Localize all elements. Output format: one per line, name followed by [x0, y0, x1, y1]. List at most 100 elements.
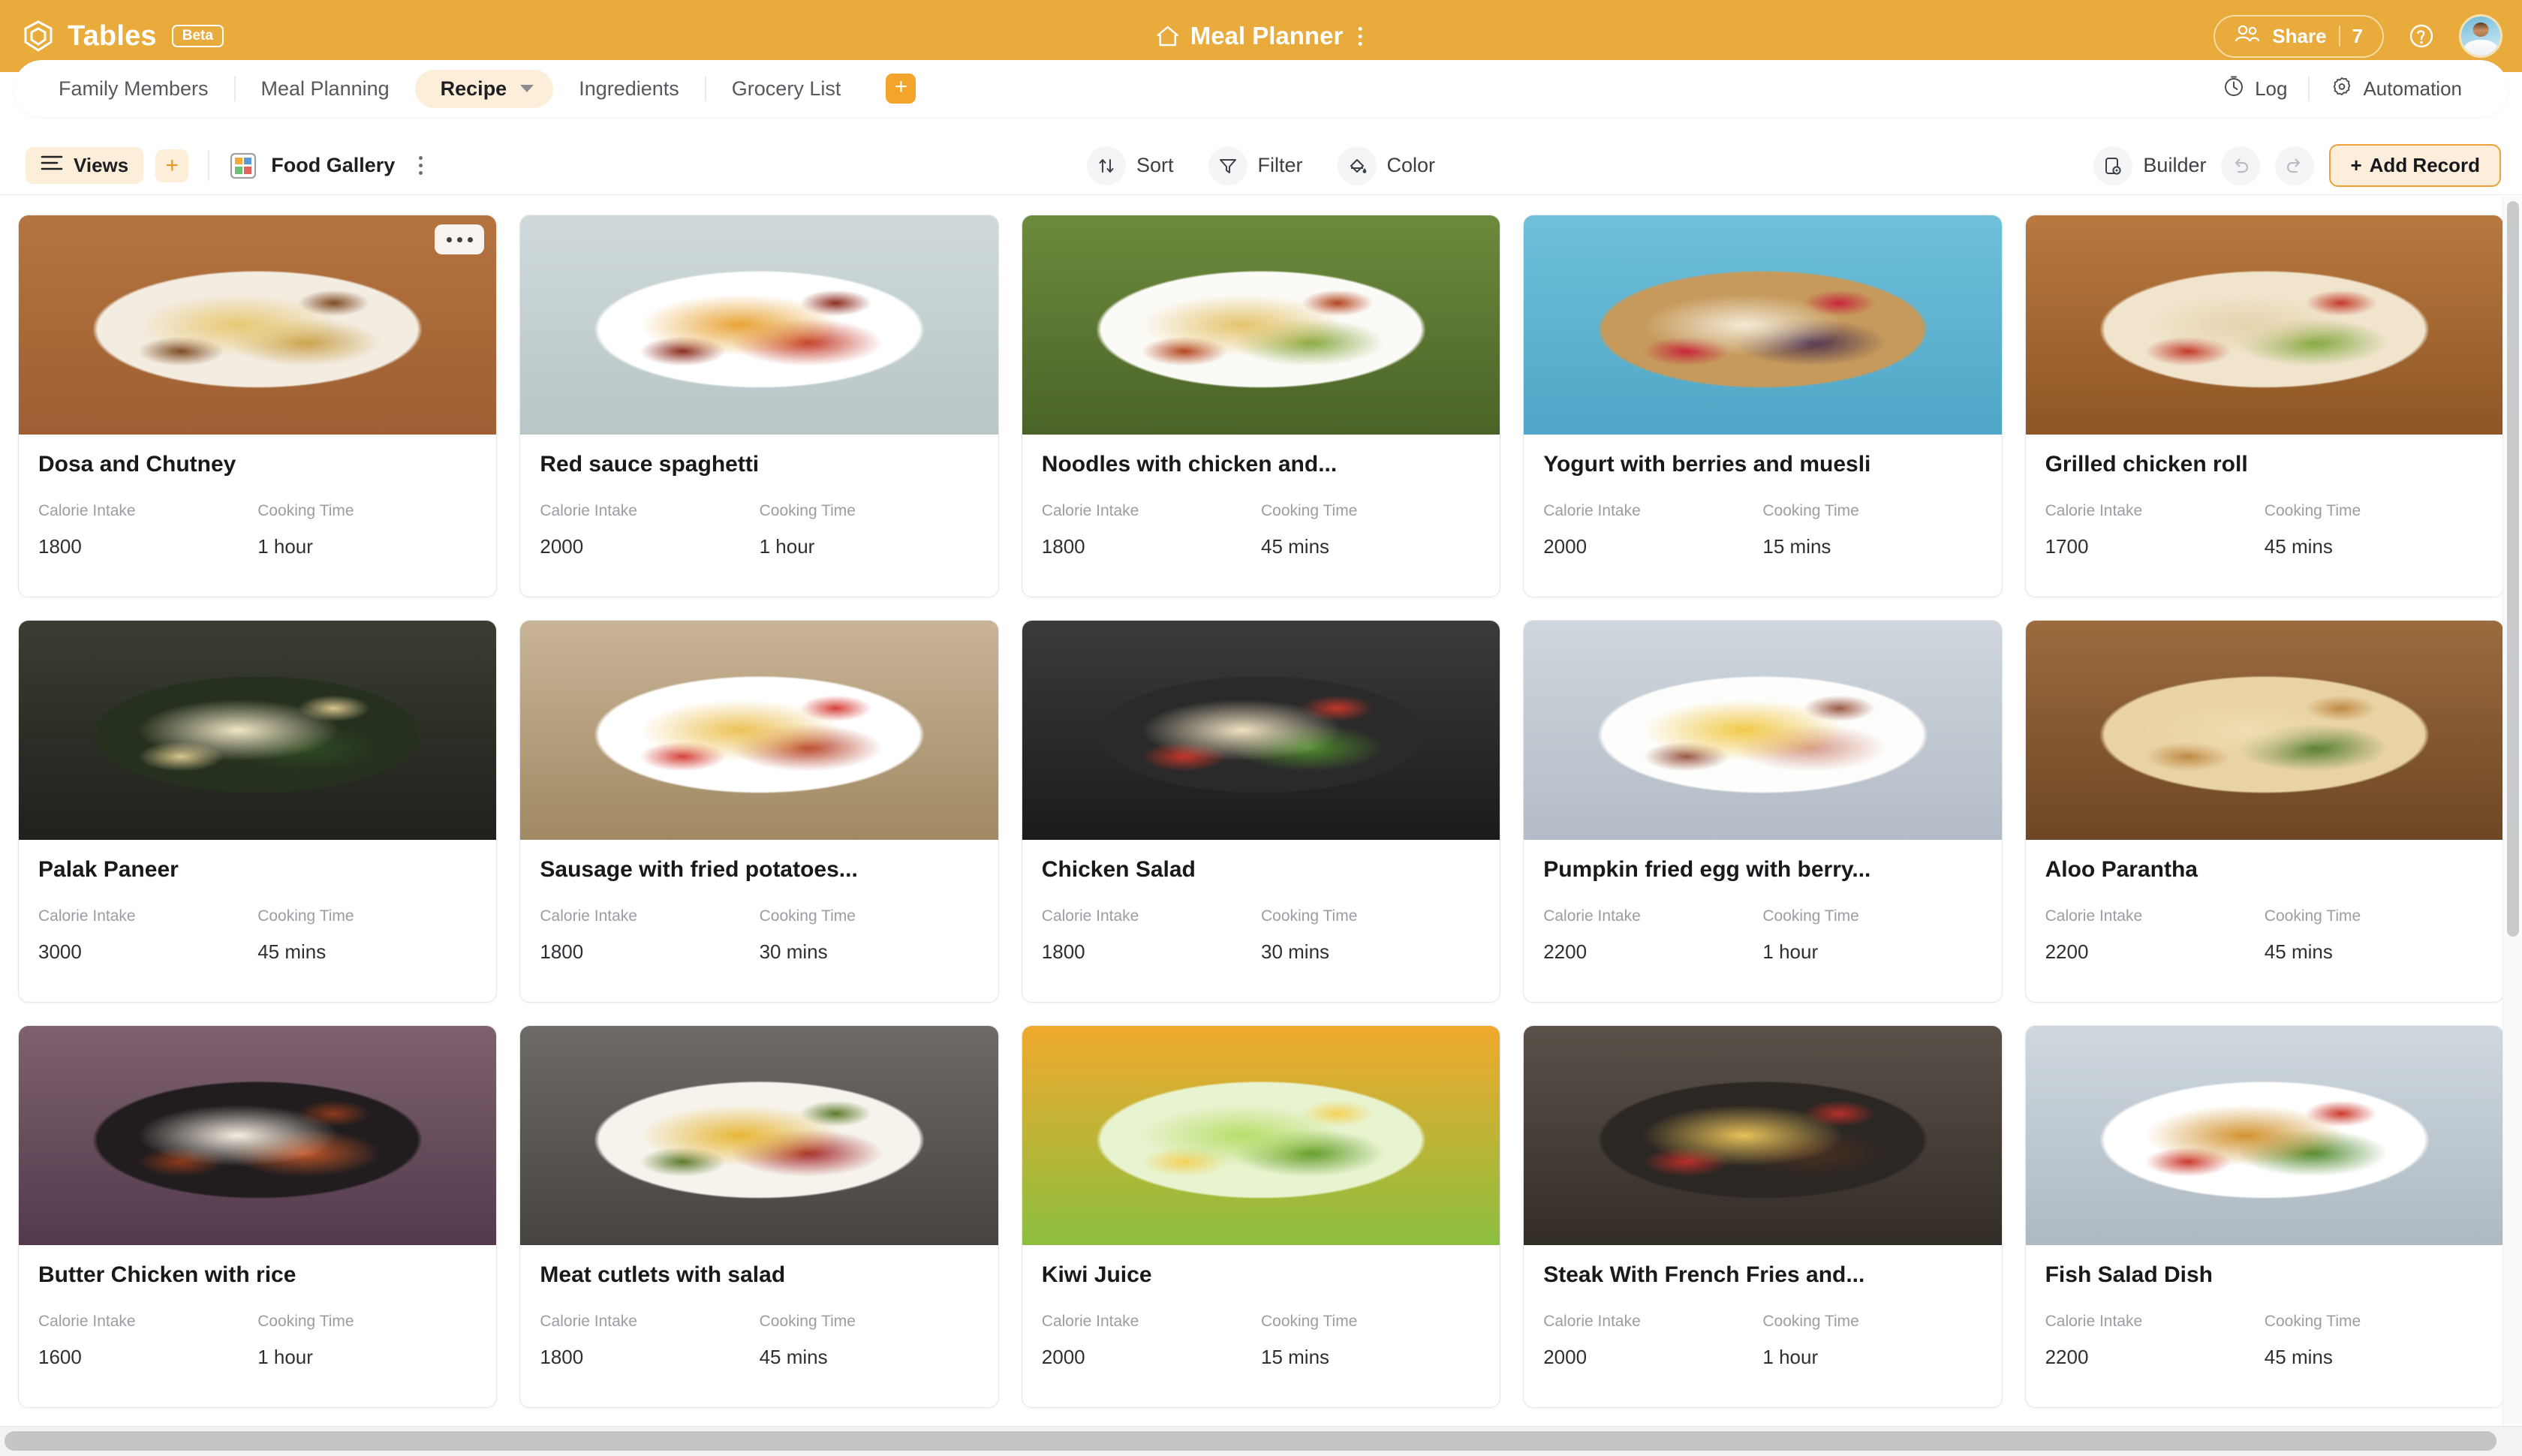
- recipe-card[interactable]: Sausage with fried potatoes... Calorie In…: [519, 620, 999, 1003]
- cooking-time-value: 45 mins: [2264, 1346, 2333, 1368]
- sort-button[interactable]: Sort: [1086, 146, 1174, 185]
- recipe-card-body: Aloo Parantha Calorie Intake 2200 Cooking T…: [2026, 840, 2503, 964]
- help-circle-icon[interactable]: [2406, 21, 2436, 51]
- document-title-group[interactable]: Meal Planner: [1156, 22, 1367, 50]
- recipe-card-body: Red sauce spaghetti Calorie Intake 2000 Coo…: [520, 435, 998, 558]
- recipe-card[interactable]: Meat cutlets with salad Calorie Intake 180…: [519, 1025, 999, 1408]
- calorie-field: Calorie Intake 2000: [540, 502, 759, 558]
- cooking-time-label: Cooking Time: [1762, 502, 1859, 519]
- recipe-title: Fish Salad Dish: [2045, 1262, 2213, 1287]
- recipe-fields: Calorie Intake 2000 Cooking Time 15 mins: [1543, 502, 1982, 558]
- calorie-label: Calorie Intake: [1041, 907, 1139, 925]
- filter-button[interactable]: Filter: [1208, 146, 1303, 185]
- recipe-card[interactable]: Aloo Parantha Calorie Intake 2200 Cooking T…: [2024, 620, 2504, 1003]
- current-view-chip[interactable]: Food Gallery: [229, 152, 395, 180]
- add-table-button[interactable]: +: [886, 74, 916, 104]
- people-icon: [2235, 24, 2260, 49]
- add-view-button[interactable]: +: [155, 149, 189, 182]
- cooking-time-field: Cooking Time 15 mins: [1762, 502, 1982, 558]
- recipe-card[interactable]: Yogurt with berries and muesli Calorie In…: [1523, 215, 2003, 597]
- cooking-time-value: 45 mins: [257, 940, 327, 963]
- tab-recipe[interactable]: Recipe: [414, 69, 554, 108]
- add-record-button[interactable]: + Add Record: [2329, 144, 2501, 187]
- recipe-card[interactable]: Butter Chicken with rice Calorie Intake 16…: [18, 1025, 498, 1408]
- color-button[interactable]: Color: [1337, 146, 1436, 185]
- recipe-fields: Calorie Intake 2000 Cooking Time 1 hour: [540, 502, 978, 558]
- recipe-card[interactable]: Fish Salad Dish Calorie Intake 2200 Cooking…: [2024, 1025, 2504, 1408]
- recipe-card[interactable]: Palak Paneer Calorie Intake 3000 Cooking Ti…: [18, 620, 498, 1003]
- brand[interactable]: Tables Beta: [21, 19, 224, 53]
- color-label: Color: [1386, 154, 1436, 176]
- builder-button[interactable]: Builder: [2093, 146, 2206, 185]
- calorie-field: Calorie Intake 2000: [1042, 1313, 1261, 1369]
- recipe-card[interactable]: Steak With French Fries and... Calorie In…: [1523, 1025, 2003, 1408]
- recipe-title: Steak With French Fries and...: [1543, 1262, 1865, 1287]
- vertical-scrollbar[interactable]: [2502, 197, 2522, 1426]
- recipe-title: Yogurt with berries and muesli: [1543, 452, 1871, 477]
- view-menu-icon[interactable]: [413, 153, 429, 178]
- views-button[interactable]: Views: [26, 147, 144, 184]
- paint-bucket-icon: [1337, 146, 1377, 185]
- recipe-card[interactable]: Grilled chicken roll Calorie Intake 1700 Co…: [2024, 215, 2504, 597]
- redo-arrow-icon[interactable]: [2275, 146, 2315, 185]
- card-more-button[interactable]: [435, 224, 485, 254]
- recipe-card[interactable]: Chicken Salad Calorie Intake 1800 Cooking T…: [1021, 620, 1501, 1003]
- calorie-label: Calorie Intake: [2045, 1313, 2143, 1330]
- home-icon[interactable]: [1156, 24, 1180, 48]
- tab-bar: Family Members Meal Planning Recipe Ingr…: [14, 60, 2508, 117]
- calorie-field: Calorie Intake 1800: [1042, 907, 1261, 964]
- calorie-field: Calorie Intake 1800: [1042, 502, 1261, 558]
- recipe-card[interactable]: Pumpkin fried egg with berry... Calorie I…: [1523, 620, 2003, 1003]
- recipe-card-body: Steak With French Fries and... Calorie In…: [1524, 1245, 2001, 1369]
- vertical-scrollbar-thumb[interactable]: [2507, 201, 2519, 937]
- recipe-image: [1022, 621, 1500, 840]
- clock-icon: [2223, 75, 2245, 103]
- recipe-image: [2025, 1026, 2503, 1245]
- toolbar-right-actions: Builder + Add Record: [2093, 144, 2501, 187]
- tables-logo-icon: [21, 19, 56, 53]
- gallery-grid: Dosa and Chutney Calorie Intake 1800 Cookin…: [0, 197, 2522, 1426]
- document-menu-icon[interactable]: [1353, 24, 1366, 49]
- cooking-time-value: 45 mins: [2264, 535, 2333, 558]
- recipe-fields: Calorie Intake 1800 Cooking Time 45 mins: [540, 1313, 978, 1369]
- sort-label: Sort: [1136, 154, 1174, 176]
- calorie-label: Calorie Intake: [2045, 907, 2143, 925]
- undo-arrow-icon[interactable]: [2221, 146, 2261, 185]
- calorie-value: 2200: [2045, 1346, 2089, 1368]
- chevron-down-icon[interactable]: [520, 85, 534, 92]
- calorie-value: 2000: [540, 535, 584, 558]
- cooking-time-value: 15 mins: [1260, 1346, 1330, 1368]
- cooking-time-value: 1 hour: [257, 535, 313, 558]
- recipe-card[interactable]: Noodles with chicken and... Calorie Intak…: [1021, 215, 1501, 597]
- calorie-value: 1700: [2045, 535, 2089, 558]
- log-button[interactable]: Log: [2201, 69, 2308, 109]
- calorie-value: 1800: [540, 1346, 584, 1368]
- recipe-card[interactable]: Kiwi Juice Calorie Intake 2000 Cooking Time…: [1021, 1025, 1501, 1408]
- automation-button[interactable]: Automation: [2310, 69, 2483, 109]
- tab-ingredients[interactable]: Ingredients: [553, 70, 705, 108]
- cooking-time-value: 1 hour: [1762, 1346, 1819, 1368]
- cooking-time-value: 30 mins: [759, 940, 828, 963]
- calorie-field: Calorie Intake 2000: [1543, 502, 1762, 558]
- calorie-value: 2200: [2045, 940, 2089, 963]
- recipe-card[interactable]: Dosa and Chutney Calorie Intake 1800 Cookin…: [18, 215, 498, 597]
- tab-meal-planning[interactable]: Meal Planning: [236, 70, 415, 108]
- recipe-fields: Calorie Intake 1600 Cooking Time 1 hour: [38, 1313, 477, 1369]
- horizontal-scrollbar[interactable]: [0, 1426, 2522, 1456]
- cooking-time-field: Cooking Time 1 hour: [257, 1313, 477, 1369]
- recipe-card[interactable]: Red sauce spaghetti Calorie Intake 2000 Coo…: [519, 215, 999, 597]
- funnel-icon: [1208, 146, 1247, 185]
- horizontal-scrollbar-thumb[interactable]: [5, 1431, 2496, 1451]
- recipe-card-body: Butter Chicken with rice Calorie Intake 16…: [19, 1245, 496, 1369]
- calorie-value: 2000: [1543, 535, 1588, 558]
- share-button[interactable]: Share 7: [2214, 14, 2384, 58]
- recipe-image: [2025, 215, 2503, 435]
- recipe-card-body: Palak Paneer Calorie Intake 3000 Cooking Ti…: [19, 840, 496, 964]
- calorie-value: 2200: [1543, 940, 1588, 963]
- tab-grocery-list[interactable]: Grocery List: [706, 70, 867, 108]
- recipe-image: [520, 621, 998, 840]
- calorie-field: Calorie Intake 2200: [2045, 1313, 2265, 1369]
- avatar[interactable]: [2459, 14, 2502, 58]
- tab-family-members[interactable]: Family Members: [33, 70, 234, 108]
- recipe-title: Kiwi Juice: [1041, 1262, 1152, 1287]
